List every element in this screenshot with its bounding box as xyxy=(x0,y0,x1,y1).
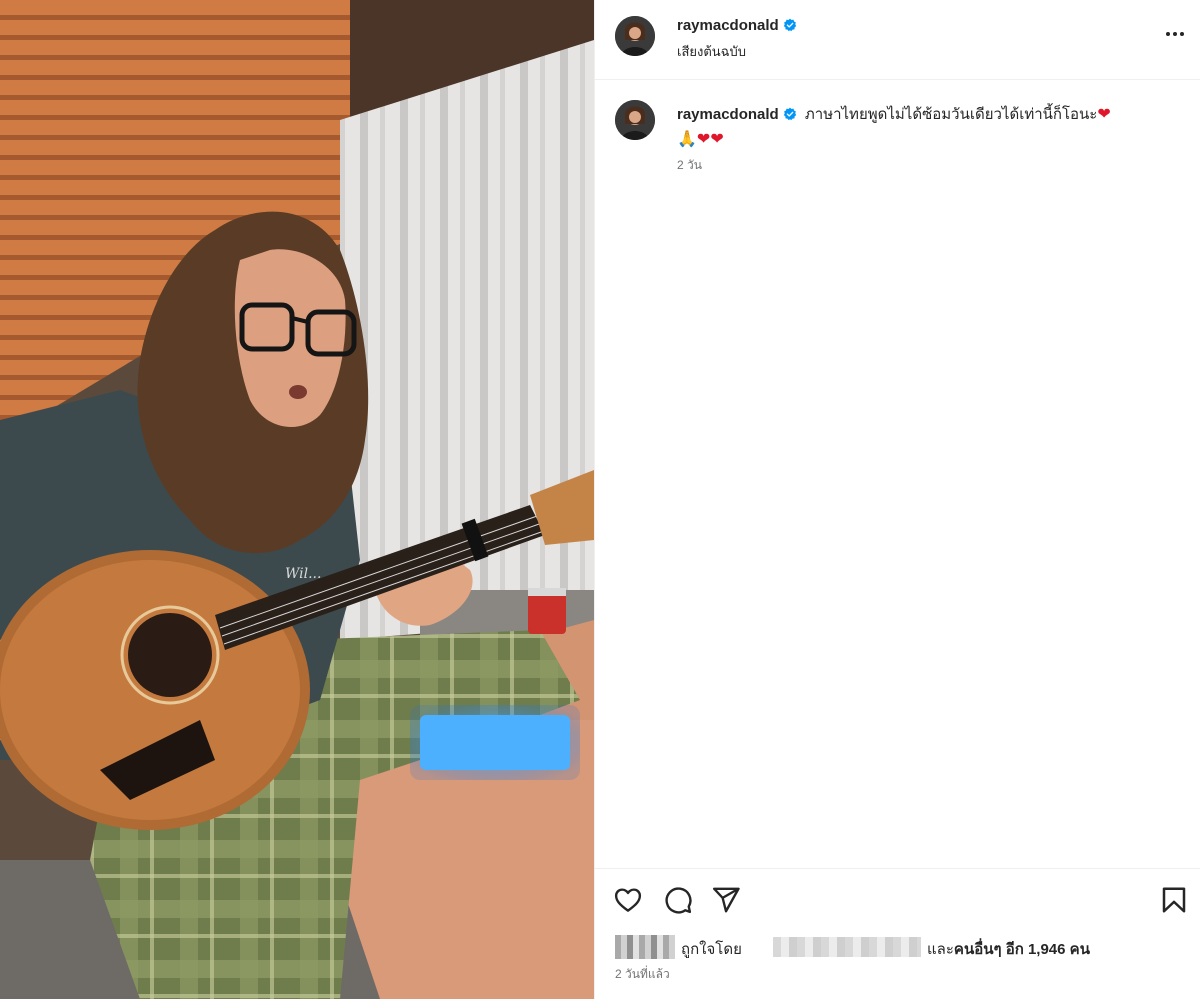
liked-by-label: ถูกใจโดย xyxy=(681,941,742,958)
caption-timestamp[interactable]: 2 วัน xyxy=(677,156,702,175)
more-horizontal-icon[interactable] xyxy=(1163,22,1187,46)
liker-name-blurred[interactable] xyxy=(773,937,921,957)
original-audio-link[interactable]: เสียงต้นฉบับ xyxy=(677,41,746,62)
liker-avatars-blurred xyxy=(615,935,675,959)
verified-badge-icon xyxy=(783,18,796,32)
heart-outline-icon[interactable] xyxy=(613,885,643,915)
others-count-bold[interactable]: คนอื่นๆ อีก 1,946 คน xyxy=(954,941,1090,958)
post-username[interactable]: raymacdonald xyxy=(677,17,797,34)
post-media-video[interactable]: Wil... xyxy=(0,0,594,999)
and-label: และ xyxy=(927,941,954,958)
caption-username-text[interactable]: raymacdonald xyxy=(677,106,779,123)
video-still-image: Wil... xyxy=(0,0,594,999)
caption-text: ภาษาไทยพูดไม่ได้ซ้อมวันเดียวได้เท่านี้ก็… xyxy=(804,106,1098,123)
post-footer: ถูกใจโดย และคนอื่นๆ อีก 1,946 คน 2 วันที… xyxy=(595,868,1200,999)
svg-text:Wil...: Wil... xyxy=(285,566,321,582)
verified-badge-icon xyxy=(783,107,796,121)
profile-picture xyxy=(615,16,655,56)
avatar[interactable] xyxy=(615,100,655,140)
emoji-row: 🙏❤❤ xyxy=(677,129,724,148)
post-header: raymacdonald เสียงต้นฉบับ xyxy=(595,0,1200,80)
bookmark-icon[interactable] xyxy=(1159,885,1189,915)
post-details-panel: raymacdonald เสียงต้นฉบับ raymacdonald ภ… xyxy=(594,0,1200,999)
post-timestamp[interactable]: 2 วันที่แล้ว xyxy=(615,965,670,984)
heart-emoji: ❤ xyxy=(1097,104,1111,123)
username-text[interactable]: raymacdonald xyxy=(677,17,779,34)
caption-username[interactable]: raymacdonald xyxy=(677,106,797,123)
others-count[interactable]: และคนอื่นๆ อีก 1,946 คน xyxy=(927,937,1090,961)
instagram-post-modal: Wil... raymacdonald เสียงต้นฉบับ raymacd… xyxy=(0,0,1200,999)
caption-text-block: raymacdonald ภาษาไทยพูดไม่ได้ซ้อมวันเดีย… xyxy=(677,102,1177,152)
avatar[interactable] xyxy=(615,16,655,56)
comment-bubble-icon[interactable] xyxy=(663,885,693,915)
paper-plane-icon[interactable] xyxy=(711,885,741,915)
profile-picture xyxy=(615,100,655,140)
